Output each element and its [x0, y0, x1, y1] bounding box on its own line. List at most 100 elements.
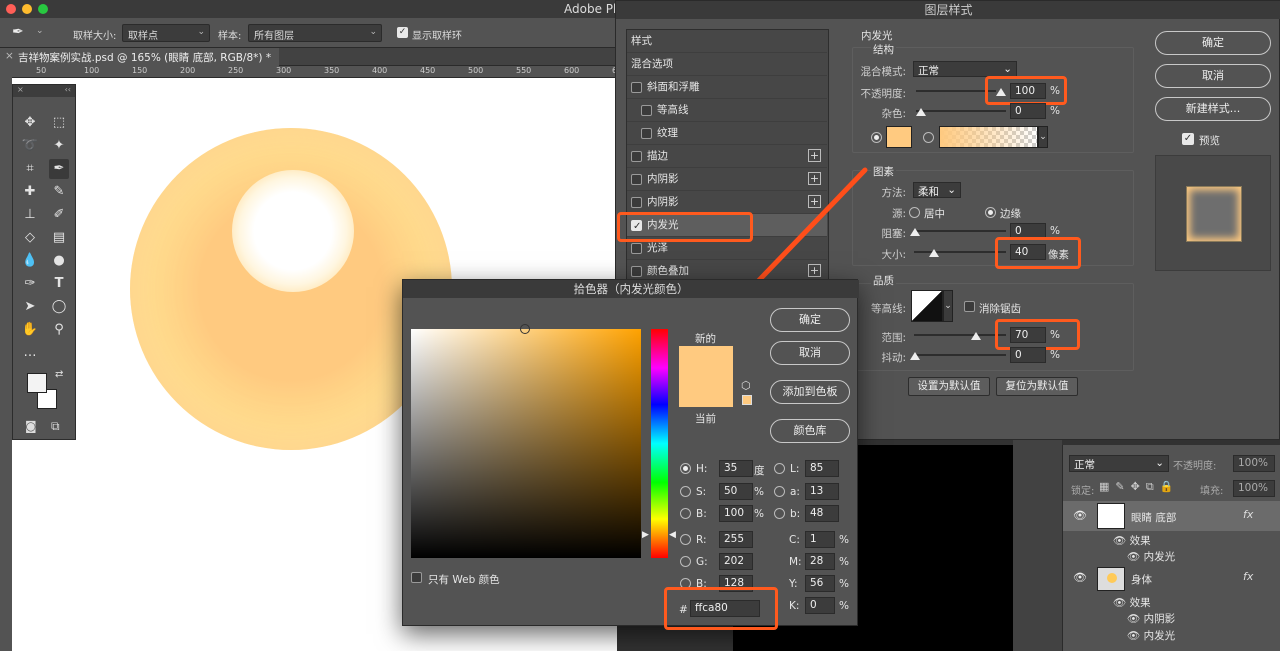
sample-size-select[interactable]: 取样点 ⌄ [122, 24, 210, 42]
noise-slider-knob[interactable] [916, 108, 926, 116]
effect-inner-glow[interactable]: 👁 内发光 [1127, 628, 1175, 643]
path-selection-tool-icon[interactable]: ➤ [20, 297, 40, 317]
picker-ok-button[interactable]: 确定 [770, 308, 850, 332]
minimize-window-button[interactable] [22, 4, 32, 14]
effect-inner-shadow[interactable]: 👁 内阴影 [1127, 611, 1175, 626]
gradient-swatch[interactable] [939, 126, 1038, 148]
style-checkbox[interactable] [641, 128, 652, 139]
style-checkbox[interactable] [631, 151, 642, 162]
ok-button[interactable]: 确定 [1155, 31, 1271, 55]
r-field[interactable]: 255 [719, 531, 753, 548]
swap-colors-icon[interactable]: ⇄ [55, 369, 63, 380]
marquee-tool-icon[interactable]: ⬚ [49, 113, 69, 133]
cube-icon[interactable]: ⬡ [741, 379, 751, 392]
foreground-color-swatch[interactable] [27, 373, 47, 393]
dodge-tool-icon[interactable]: ● [49, 251, 69, 271]
green-radio[interactable] [680, 556, 691, 567]
type-tool-icon[interactable]: T [49, 274, 69, 294]
document-tab[interactable]: × 吉祥物案例实战.psd @ 165% (眼睛 底部, RGB/8*) * [0, 48, 280, 66]
new-style-button[interactable]: 新建样式... [1155, 97, 1271, 121]
picker-cancel-button[interactable]: 取消 [770, 341, 850, 365]
set-default-button[interactable]: 设置为默认值 [908, 377, 990, 396]
crop-tool-icon[interactable]: ⌗ [20, 159, 40, 179]
choke-slider[interactable] [914, 230, 1006, 232]
range-slider-knob[interactable] [971, 332, 981, 340]
antialias-checkbox[interactable] [964, 301, 975, 312]
gradient-dropdown-icon[interactable]: ⌄ [1038, 126, 1048, 148]
quick-mask-icon[interactable]: ◙ [25, 419, 37, 433]
a-radio[interactable] [774, 486, 785, 497]
healing-tool-icon[interactable]: ✚ [20, 182, 40, 202]
layer-row-body[interactable]: 👁 身体 fx [1063, 563, 1280, 593]
k-field[interactable]: 0 [805, 597, 835, 614]
zoom-window-button[interactable] [38, 4, 48, 14]
hue-radio[interactable] [680, 463, 691, 474]
red-radio[interactable] [680, 534, 691, 545]
choke-slider-knob[interactable] [910, 228, 920, 236]
hue-slider[interactable] [651, 329, 668, 558]
fx-icon[interactable]: fx [1243, 508, 1253, 521]
solid-color-radio[interactable] [871, 132, 882, 143]
l-field[interactable]: 85 [805, 460, 839, 477]
visibility-eye-icon[interactable]: 👁 [1073, 571, 1087, 584]
effect-inner-glow[interactable]: 👁 内发光 [1127, 549, 1175, 564]
style-list-item[interactable]: 样式 [627, 30, 827, 53]
saturation-radio[interactable] [680, 486, 691, 497]
color-selector-ring[interactable] [520, 324, 530, 334]
s-field[interactable]: 50 [719, 483, 753, 500]
style-checkbox[interactable] [631, 266, 642, 277]
style-checkbox[interactable] [631, 197, 642, 208]
opacity-slider[interactable] [916, 90, 996, 92]
current-color-swatch[interactable] [679, 377, 733, 407]
noise-slider[interactable] [916, 110, 1006, 112]
move-tool-icon[interactable]: ✥ [20, 113, 40, 133]
l-radio[interactable] [774, 463, 785, 474]
web-safe-swatch[interactable] [742, 395, 752, 405]
lasso-tool-icon[interactable]: ➰ [20, 136, 40, 156]
source-edge-radio[interactable] [985, 207, 996, 218]
m-field[interactable]: 28 [805, 553, 835, 570]
close-window-button[interactable] [6, 4, 16, 14]
lock-icons[interactable]: ▦✎✥⧉🔒 [1099, 480, 1179, 494]
style-list-item[interactable]: 斜面和浮雕 [627, 76, 827, 99]
web-only-checkbox[interactable] [411, 572, 422, 583]
method-select[interactable]: 柔和 ⌄ [913, 182, 961, 198]
range-slider[interactable] [914, 334, 1006, 336]
style-checkbox[interactable] [631, 174, 642, 185]
style-list-item[interactable]: 混合选项 [627, 53, 827, 76]
style-list-item[interactable]: 等高线 [627, 99, 827, 122]
fx-icon[interactable]: fx [1243, 570, 1253, 583]
stamp-tool-icon[interactable]: ⊥ [20, 205, 40, 225]
a-field[interactable]: 13 [805, 483, 839, 500]
zoom-tool-icon[interactable]: ⚲ [49, 320, 69, 340]
sample-select[interactable]: 所有图层 ⌄ [248, 24, 382, 42]
reset-default-button[interactable]: 复位为默认值 [996, 377, 1078, 396]
layer-row-eye-bottom[interactable]: 👁 眼睛 底部 fx [1063, 501, 1280, 531]
brightness-radio[interactable] [680, 508, 691, 519]
tools-panel-header[interactable]: × ‹‹ [13, 85, 75, 97]
contour-dropdown-icon[interactable]: ⌄ [943, 290, 953, 322]
y-field[interactable]: 56 [805, 575, 835, 592]
h-field[interactable]: 35 [719, 460, 753, 477]
size-slider[interactable] [914, 251, 1006, 253]
size-slider-knob[interactable] [929, 249, 939, 257]
chevron-down-icon[interactable]: ⌄ [36, 26, 44, 36]
visibility-eye-icon[interactable]: 👁 [1073, 509, 1087, 522]
eyedropper-icon[interactable]: ✒ [12, 24, 24, 40]
glow-color-swatch[interactable] [886, 126, 912, 148]
color-library-button[interactable]: 颜色库 [770, 419, 850, 443]
screen-mode-icon[interactable]: ⧉ [51, 419, 60, 434]
show-ring-checkbox[interactable]: ✓ [397, 27, 408, 38]
blur-tool-icon[interactable]: 💧 [20, 251, 40, 271]
hand-tool-icon[interactable]: ✋ [20, 320, 40, 340]
add-to-swatches-button[interactable]: 添加到色板 [770, 380, 850, 404]
fill-field[interactable]: 100% [1233, 480, 1275, 497]
jitter-field[interactable]: 0 [1010, 347, 1046, 363]
style-checkbox[interactable] [641, 105, 652, 116]
jitter-slider[interactable] [914, 354, 1006, 356]
ellipse-tool-icon[interactable]: ◯ [49, 297, 69, 317]
brush-tool-icon[interactable]: ✎ [49, 182, 69, 202]
cancel-button[interactable]: 取消 [1155, 64, 1271, 88]
blend-mode-select[interactable]: 正常 ⌄ [913, 61, 1017, 77]
style-checkbox[interactable] [631, 82, 642, 93]
